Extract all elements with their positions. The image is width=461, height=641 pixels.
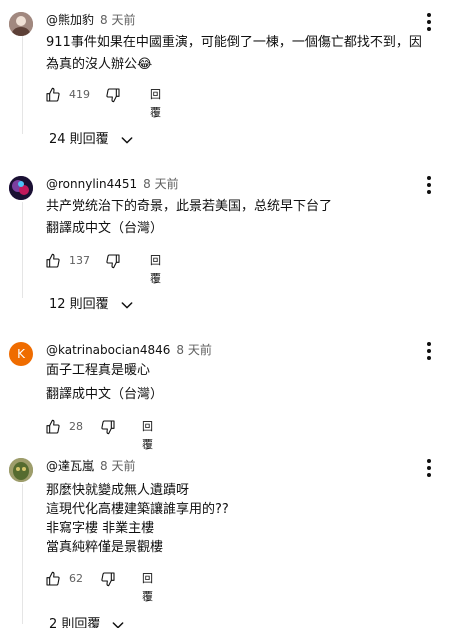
comment-header: @熊加豹 8 天前	[46, 12, 135, 28]
comment-time[interactable]: 8 天前	[100, 13, 135, 27]
comment-text: 這現代化高樓建築讓誰享用的??	[46, 502, 229, 517]
comment-time[interactable]: 8 天前	[143, 177, 178, 191]
comment-text: 為真的沒人辦公😂	[46, 57, 153, 72]
comment-text: 面子工程真是暖心	[46, 363, 151, 378]
thumb-down-icon[interactable]	[99, 418, 117, 436]
thumb-down-icon[interactable]	[104, 252, 122, 270]
chevron-down-icon	[119, 297, 135, 313]
like-count: 419	[69, 88, 90, 101]
comment-time[interactable]: 8 天前	[100, 459, 135, 473]
reply-button[interactable]: 回覆	[150, 86, 161, 122]
more-vert-icon[interactable]	[425, 459, 433, 479]
thread-line	[22, 36, 23, 134]
more-vert-icon[interactable]	[425, 176, 433, 196]
comment-text: 共产党统治下的奇景，此景若美国，总统早下台了	[46, 199, 333, 214]
avatar[interactable]	[9, 176, 33, 200]
comment-text: 911事件如果在中國重演，可能倒了一棟，一個傷亡都找不到，因	[46, 35, 422, 50]
thumb-up-icon[interactable]	[44, 252, 62, 270]
more-vert-icon[interactable]	[425, 342, 433, 362]
view-replies-button[interactable]: 12 則回覆	[49, 296, 135, 314]
avatar-letter: K	[17, 347, 25, 361]
reply-button[interactable]: 回覆	[142, 418, 153, 454]
comment-author[interactable]: @ronnylin4451	[46, 177, 137, 191]
like-count: 62	[69, 572, 83, 585]
comment-text: 非寫字樓 非業主樓	[46, 521, 155, 536]
more-vert-icon[interactable]	[425, 13, 433, 33]
comment-author[interactable]: @katrinabocian4846	[46, 343, 170, 357]
comment-author[interactable]: @達瓦嵐	[46, 459, 94, 473]
avatar[interactable]: K	[9, 342, 33, 366]
avatar[interactable]	[9, 458, 33, 482]
like-count: 137	[69, 254, 90, 267]
comment-author[interactable]: @熊加豹	[46, 13, 94, 27]
replies-count-label: 24 則回覆	[49, 132, 109, 147]
comment-text: 那麼快就變成無人遺蹟呀	[46, 483, 190, 498]
comment-header: @katrinabocian4846 8 天前	[46, 342, 212, 358]
thread-line	[22, 202, 23, 298]
viewport-clip	[0, 628, 461, 641]
like-count: 28	[69, 420, 83, 433]
view-replies-button[interactable]: 24 則回覆	[49, 131, 135, 149]
comment-time[interactable]: 8 天前	[176, 343, 211, 357]
avatar[interactable]	[9, 12, 33, 36]
thumb-up-icon[interactable]	[44, 418, 62, 436]
replies-count-label: 12 則回覆	[49, 297, 109, 312]
thread-line	[22, 484, 23, 624]
thumb-up-icon[interactable]	[44, 86, 62, 104]
reply-button[interactable]: 回覆	[150, 252, 161, 288]
translate-link[interactable]: 翻譯成中文（台灣）	[46, 386, 163, 404]
comment-header: @達瓦嵐 8 天前	[46, 458, 135, 474]
chevron-down-icon	[119, 132, 135, 148]
thumb-up-icon[interactable]	[44, 570, 62, 588]
comment-text: 當真純粹僅是景觀樓	[46, 540, 164, 555]
thumb-down-icon[interactable]	[99, 570, 117, 588]
reply-button[interactable]: 回覆	[142, 570, 153, 606]
thumb-down-icon[interactable]	[104, 86, 122, 104]
comment-header: @ronnylin4451 8 天前	[46, 176, 179, 192]
translate-link[interactable]: 翻譯成中文（台灣）	[46, 220, 163, 238]
